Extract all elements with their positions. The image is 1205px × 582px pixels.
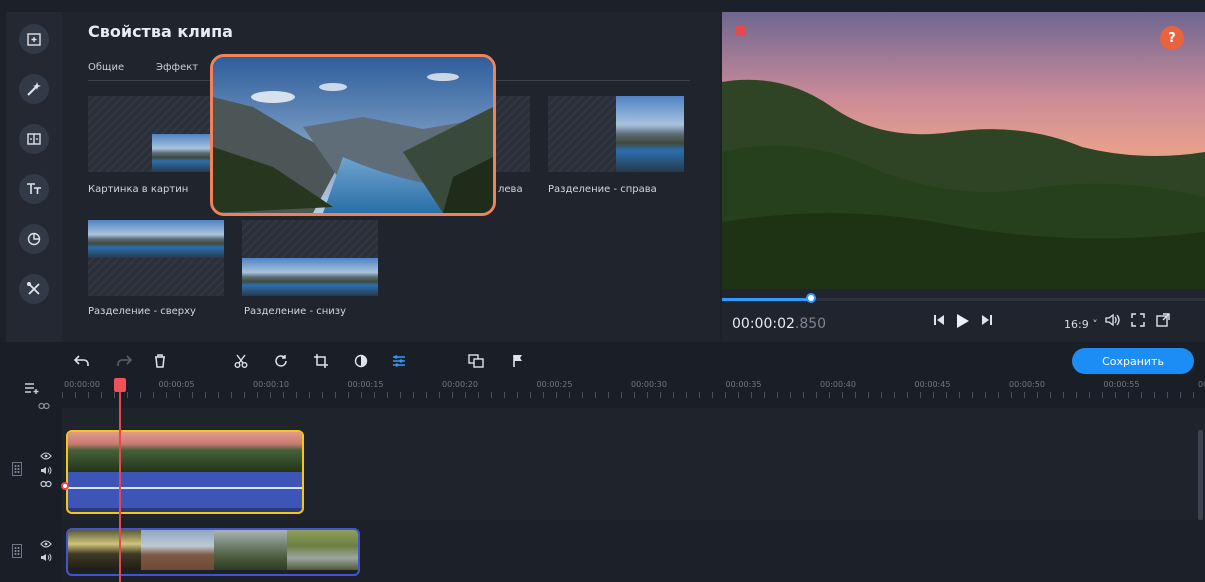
preset-label: Разделение - снизу: [244, 306, 347, 317]
ruler-time-label: 00:00:45: [914, 380, 951, 389]
video-editor-window: Свойства клипа Общие Эффект Картинка в к…: [0, 0, 1205, 582]
clip-thumbnail: [68, 432, 146, 472]
ruler-time-label: 00:00:55: [1103, 380, 1140, 389]
overlay-icon[interactable]: [468, 354, 484, 368]
ruler-time-label: 00:00:00: [64, 380, 100, 389]
visibility-eye-icon[interactable]: [40, 452, 52, 460]
more-tools-icon[interactable]: [19, 274, 49, 304]
preset-label: Картинка в картин: [88, 184, 189, 195]
clip-thumbnail: [214, 530, 287, 570]
ruler-time-label: 00:00:50: [1009, 380, 1045, 389]
ruler-time-label: 00:00:35: [725, 380, 762, 389]
preset-split-top[interactable]: [88, 220, 224, 296]
drag-handle-icon[interactable]: [12, 544, 22, 558]
clip-thumbnail: [146, 432, 224, 472]
delete-icon[interactable]: [154, 354, 166, 368]
clip-thumbnail: [68, 530, 141, 570]
left-toolbar: [6, 12, 62, 342]
previous-frame-icon[interactable]: [932, 313, 946, 327]
tab-general[interactable]: Общие: [88, 62, 124, 73]
split-right-preview-image: [616, 96, 684, 172]
video-preview: ?: [722, 12, 1205, 289]
redo-icon[interactable]: [116, 354, 132, 368]
preset-label: лева: [498, 184, 523, 195]
preset-label: Разделение - сверху: [88, 306, 196, 317]
stickers-icon[interactable]: [19, 224, 49, 254]
playback-progress-knob[interactable]: [806, 293, 816, 303]
ruler-time-label: 00:00:40: [820, 380, 856, 389]
transitions-icon[interactable]: [19, 124, 49, 154]
volume-line[interactable]: [68, 487, 302, 489]
magic-wand-icon[interactable]: [19, 74, 49, 104]
crop-icon[interactable]: [314, 354, 328, 368]
titles-icon[interactable]: [19, 174, 49, 204]
zoomed-preset-preview: [210, 54, 496, 216]
visibility-eye-icon[interactable]: [40, 540, 52, 548]
aspect-ratio-dropdown[interactable]: 16:9 ˅: [1064, 318, 1098, 331]
detach-preview-icon[interactable]: [1156, 313, 1170, 327]
playback-progress-fill: [722, 298, 812, 301]
undo-icon[interactable]: [74, 354, 90, 368]
preset-picture-in-picture[interactable]: [88, 96, 224, 172]
preset-split-right[interactable]: [548, 96, 684, 172]
marker-flag-icon[interactable]: [512, 354, 524, 368]
preview-panel: ? 00:00:02.850 16:9 ˅: [722, 12, 1205, 342]
ruler-time-label: 00:00:15: [347, 380, 384, 389]
drag-handle-icon[interactable]: [12, 462, 22, 476]
split-bottom-preview-image: [242, 258, 378, 296]
overlay-video-clip[interactable]: [66, 528, 360, 576]
volume-icon[interactable]: [1105, 313, 1121, 327]
ruler-time-label: 0C: [1198, 380, 1205, 389]
playhead-line: [119, 380, 121, 582]
sunset-forest-frame: [722, 12, 1205, 289]
clip-audio-waveform: [68, 472, 302, 508]
timecode-display: 00:00:02.850: [732, 316, 826, 332]
add-track-icon[interactable]: [24, 382, 40, 394]
tab-effects[interactable]: Эффект: [156, 62, 198, 73]
mute-speaker-icon[interactable]: [40, 466, 52, 475]
clip-thumbnail: [141, 530, 214, 570]
help-button[interactable]: ?: [1160, 26, 1184, 50]
preset-split-bottom[interactable]: [242, 220, 378, 296]
import-icon[interactable]: [19, 24, 49, 54]
selected-video-clip[interactable]: [66, 430, 304, 514]
timeline-scrollbar[interactable]: [1198, 430, 1203, 520]
mountain-lake-image: [213, 57, 493, 213]
ruler-time-label: 00:00:05: [158, 380, 195, 389]
record-indicator: [736, 26, 746, 36]
playhead-handle[interactable]: [114, 378, 126, 392]
save-button[interactable]: Сохранить: [1072, 348, 1194, 374]
clip-thumbnail: [224, 432, 302, 472]
preset-label: Разделение - справа: [548, 184, 657, 195]
ruler-time-label: 00:00:30: [631, 380, 667, 389]
link-icon[interactable]: [38, 402, 50, 410]
panel-title: Свойства клипа: [88, 22, 233, 41]
mute-speaker-icon[interactable]: [40, 553, 52, 562]
timecode-main: 00:00:02: [732, 316, 795, 332]
next-frame-icon[interactable]: [980, 313, 994, 327]
volume-keyframe[interactable]: [61, 482, 69, 490]
split-top-preview-image: [88, 220, 224, 258]
color-adjust-icon[interactable]: [354, 354, 368, 368]
timecode-milliseconds: .850: [794, 316, 827, 332]
ruler-time-label: 00:00:10: [253, 380, 289, 389]
ruler-time-label: 00:00:20: [442, 380, 478, 389]
clip-thumbnail: [287, 530, 358, 570]
cut-icon[interactable]: [234, 354, 248, 368]
ruler-ticks: [62, 392, 1205, 398]
timeline-ruler[interactable]: 00:00:00 00:00:05 00:00:10 00:00:15 00:00:20…: [62, 380, 1205, 400]
play-icon[interactable]: [954, 313, 970, 329]
fullscreen-icon[interactable]: [1131, 313, 1145, 327]
rotate-icon[interactable]: [274, 354, 288, 368]
ruler-time-label: 00:00:25: [536, 380, 573, 389]
clip-properties-icon[interactable]: [392, 354, 406, 368]
link-clip-icon[interactable]: [40, 480, 52, 488]
